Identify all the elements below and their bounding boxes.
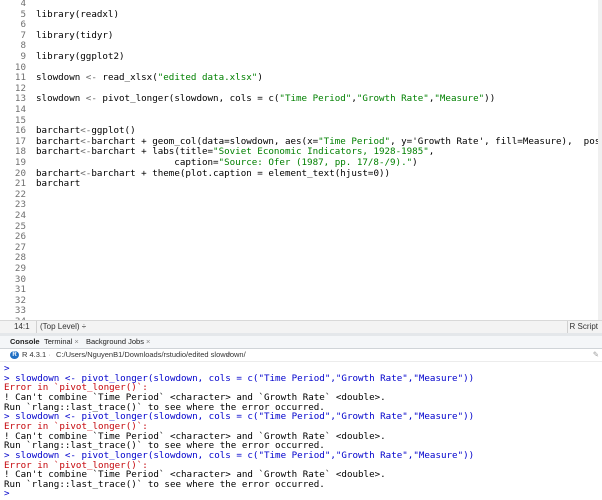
line-number-gutter: 4 5 6 7 8 9 10 11 12 13 14 15 16 17 18 19 20 21 22 23 24 25 26… xyxy=(0,0,30,320)
console-output-line: Run `rlang::last_trace()` to see where t… xyxy=(4,478,325,490)
tab-console-label: Console xyxy=(10,337,40,346)
r-logo-icon: R xyxy=(10,351,19,359)
tab-terminal[interactable]: Terminal × xyxy=(44,336,79,348)
go-to-directory-icon[interactable]: ↗ xyxy=(225,350,231,359)
code-line[interactable]: barchart<-barchart + theme(plot.caption … xyxy=(36,168,390,180)
code-line[interactable]: barchart xyxy=(36,179,80,190)
tab-terminal-label: Terminal xyxy=(44,337,73,346)
clear-console-icon[interactable]: ✎ xyxy=(593,350,599,359)
console-prompt[interactable]: > xyxy=(4,489,10,500)
line-number: 24 xyxy=(14,210,26,221)
code-line[interactable]: library(ggplot2) xyxy=(36,51,125,63)
separator-dot: · xyxy=(48,350,51,359)
source-editor[interactable]: 4 5 6 7 8 9 10 11 12 13 14 15 16 17 18 19 20 21 22 23 24 25 26… xyxy=(0,0,602,320)
scope-selector[interactable]: (Top Level) ÷ xyxy=(40,322,86,331)
r-version: R 4.3.1 · xyxy=(22,350,51,359)
r-version-label: R 4.3.1 xyxy=(22,350,47,359)
console-tab-bar: Console Terminal × Background Jobs × xyxy=(0,336,602,349)
editor-status-bar: 14:1 (Top Level) ÷ R Script xyxy=(0,320,602,334)
code-line[interactable]: slowdown <- read_xlsx("edited data.xlsx"… xyxy=(36,72,263,84)
console-output[interactable]: > > slowdown <- pivot_longer(slowdown, co… xyxy=(0,362,602,500)
close-icon[interactable]: × xyxy=(146,337,150,346)
tab-background-jobs[interactable]: Background Jobs × xyxy=(86,336,150,348)
line-number: 14 xyxy=(14,104,26,115)
console-path-bar: R R 4.3.1 · C:/Users/NguyenB1/Downloads/… xyxy=(0,349,602,362)
cursor-position: 14:1 xyxy=(14,322,30,331)
close-icon[interactable]: × xyxy=(74,337,78,346)
tab-console[interactable]: Console xyxy=(10,336,40,348)
code-line[interactable]: library(readxl) xyxy=(36,9,119,21)
editor-scrollbar[interactable] xyxy=(598,0,602,320)
code-line[interactable]: slowdown <- pivot_longer(slowdown, cols … xyxy=(36,94,495,105)
line-number: 9 xyxy=(20,51,26,62)
status-divider xyxy=(567,321,568,333)
tab-background-jobs-label: Background Jobs xyxy=(86,337,144,346)
file-type-selector[interactable]: R Script xyxy=(570,322,598,331)
line-number: 19 xyxy=(14,157,26,168)
working-directory: C:/Users/NguyenB1/Downloads/rstudio/edit… xyxy=(56,350,246,359)
code-line[interactable]: caption="Source: Ofer (1987, pp. 17/8-/9… xyxy=(36,157,417,169)
status-divider xyxy=(36,321,37,333)
code-line[interactable]: library(tidyr) xyxy=(36,30,113,42)
line-number: 29 xyxy=(14,263,26,274)
